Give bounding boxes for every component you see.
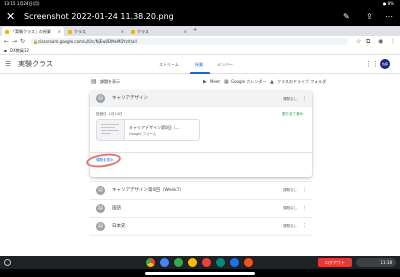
reload-icon[interactable]: ↻ (20, 37, 25, 46)
extensions-icon[interactable]: ⧉ (366, 37, 370, 46)
assignment-status: 課題なし (283, 97, 297, 101)
address-bar[interactable]: 🔒 classroom.google.com/u/0/c/NjEw0DMxMDY… (30, 38, 348, 45)
more-options-icon[interactable]: ⋮ (302, 204, 307, 212)
avatar[interactable]: 佐藤 (380, 59, 390, 69)
more-options-icon[interactable]: ⋮ (302, 186, 307, 194)
chromebook-screen: 「実験クラス」の授業 × クラス × クラス × + ← → ↻ 🔒 class… (0, 26, 400, 256)
tab-classwork[interactable]: 授業 (195, 62, 203, 68)
divider (90, 217, 312, 218)
drive-app-icon[interactable] (188, 258, 197, 267)
home-indicator[interactable] (145, 272, 255, 275)
share-icon[interactable]: ⇪ (366, 11, 373, 23)
status-time-date: 13:15 1月24日(月) (4, 1, 40, 6)
expanded-assignment-card: ▤ キャリアデザイン 課題なし ⋮ 投稿日: 1月24日 割り当て済み キャリア… (90, 91, 312, 177)
bookmark-item[interactable]: DX教員12 (10, 47, 29, 55)
classroom-header: ☰ 実験クラス ストリーム 授業 メンバー ⋮⋮ 佐藤 (0, 55, 400, 74)
form-attachment[interactable]: キャリアデザイン第0回（... Google フォーム (96, 119, 200, 141)
tab-close-icon[interactable]: × (121, 27, 124, 36)
gmail-app-icon[interactable] (202, 258, 211, 267)
browser-toolbar: ← → ↻ 🔒 classroom.google.com/u/0/c/NjEw0… (0, 36, 400, 47)
bookmarks-bar: ▪ DX教員12 (0, 47, 400, 55)
classroom-app-icon[interactable] (174, 258, 183, 267)
more-icon[interactable]: ⋯ (385, 11, 393, 23)
assignment-icon: ▤ (96, 94, 105, 103)
logout-button[interactable]: ログアウト (318, 258, 352, 267)
assignment-status: 課題なし (283, 206, 297, 210)
view-your-work-button[interactable]: ▤ 課題を表示 (91, 78, 120, 86)
docs-app-icon[interactable] (160, 258, 169, 267)
slides-app-icon[interactable] (244, 258, 253, 267)
assignment-row[interactable]: ▤ 国語 課題なし ⋮ (90, 201, 312, 216)
ios-status-bar: 13:15 1月24日(月) ● 8% (0, 0, 400, 8)
assignment-header[interactable]: ▤ キャリアデザイン 課題なし ⋮ (90, 91, 312, 107)
active-tab-indicator (190, 72, 210, 74)
viewer-title: Screenshot 2022-01-24 11.38.20.png (24, 12, 174, 21)
browser-tab-1[interactable]: 「実験クラス」の授業 × (2, 27, 64, 36)
close-icon[interactable]: ✕ (6, 10, 15, 24)
assignment-title: 日本史 (112, 224, 126, 229)
tab-stream[interactable]: ストリーム (159, 62, 179, 68)
assigned-status: 割り当て済み (282, 112, 303, 116)
bookmark-folder-icon: ▪ (4, 48, 7, 53)
assignment-icon: ▤ (96, 222, 105, 231)
assignment-icon: ▤ (96, 186, 105, 195)
classroom-favicon-icon (5, 30, 9, 34)
more-options-icon[interactable]: ⋮ (302, 95, 307, 103)
drive-icon: ▲ (270, 79, 274, 85)
viewer-header: ✕ Screenshot 2022-01-24 11.38.20.png ✎ ⇪… (0, 8, 400, 26)
forward-icon[interactable]: → (12, 37, 17, 46)
divider (90, 235, 312, 236)
divider (90, 181, 312, 182)
attachment-type: Google フォーム (129, 132, 157, 136)
back-icon[interactable]: ← (4, 37, 9, 46)
classwork-toolbar: ▤ 課題を表示 ▶ Meet ▦ Google カレンダー ▲ クラスのドライブ… (0, 75, 400, 89)
assignment-icon: ▤ (96, 204, 105, 213)
assignment-status: 課題なし (283, 224, 297, 228)
chrome-app-icon[interactable] (146, 258, 155, 267)
classroom-favicon-icon (68, 30, 72, 34)
divider (90, 199, 312, 200)
assignment-title: キャリアデザイン第0回（Week7） (112, 188, 185, 193)
form-thumbnail (97, 120, 125, 140)
hamburger-menu-icon[interactable]: ☰ (5, 61, 11, 68)
assignment-title: 国語 (112, 206, 121, 211)
drive-folder-link[interactable]: ▲ クラスのドライブ フォルダ (270, 78, 326, 86)
class-title[interactable]: 実験クラス (18, 60, 53, 69)
meet-app-icon[interactable] (216, 258, 225, 267)
markup-icon[interactable]: ✎ (343, 11, 350, 23)
attachment-title: キャリアデザイン第0回（... (129, 125, 180, 130)
chromeos-shelf: ログアウト 11:38 (0, 256, 400, 269)
video-icon: ▶ (203, 79, 207, 85)
apps-grid-icon[interactable]: ⋮⋮ (365, 61, 379, 68)
browser-menu-icon[interactable]: ⋮ (390, 37, 396, 46)
lock-icon: 🔒 (33, 39, 38, 44)
calendar-icon: ▦ (224, 79, 229, 85)
browser-tab-2[interactable]: クラス × (65, 27, 127, 36)
divider (90, 152, 312, 153)
browser-tab-strip: 「実験クラス」の授業 × クラス × クラス × + (0, 26, 400, 36)
tab-people[interactable]: メンバー (217, 62, 233, 68)
tab-close-icon[interactable]: × (58, 27, 61, 36)
status-tray[interactable]: 11:38 (356, 258, 396, 267)
browser-tab-3[interactable]: クラス × (128, 27, 190, 36)
bookmark-star-icon[interactable]: ☆ (356, 37, 361, 46)
meet-link[interactable]: ▶ Meet (203, 78, 220, 86)
calendar-link[interactable]: ▦ Google カレンダー (224, 78, 266, 86)
profile-icon[interactable]: ◉ (378, 37, 383, 46)
assignment-row[interactable]: ▤ キャリアデザイン第0回（Week7） 課題なし ⋮ (90, 183, 312, 198)
tab-close-icon[interactable]: × (184, 27, 187, 36)
assignment-title: キャリアデザイン (112, 96, 148, 101)
new-tab-icon[interactable]: + (193, 27, 197, 33)
assignment-row[interactable]: ▤ 日本史 課題なし ⋮ (90, 219, 312, 234)
launcher-icon[interactable] (4, 259, 11, 266)
posted-date: 投稿日: 1月24日 (96, 112, 123, 116)
status-battery: ● 8% (382, 1, 394, 6)
calendar-app-icon[interactable] (230, 258, 239, 267)
more-options-icon[interactable]: ⋮ (302, 222, 307, 230)
assignment-icon: ▤ (91, 78, 97, 85)
assignment-status: 課題なし (283, 188, 297, 192)
classroom-favicon-icon (131, 30, 135, 34)
